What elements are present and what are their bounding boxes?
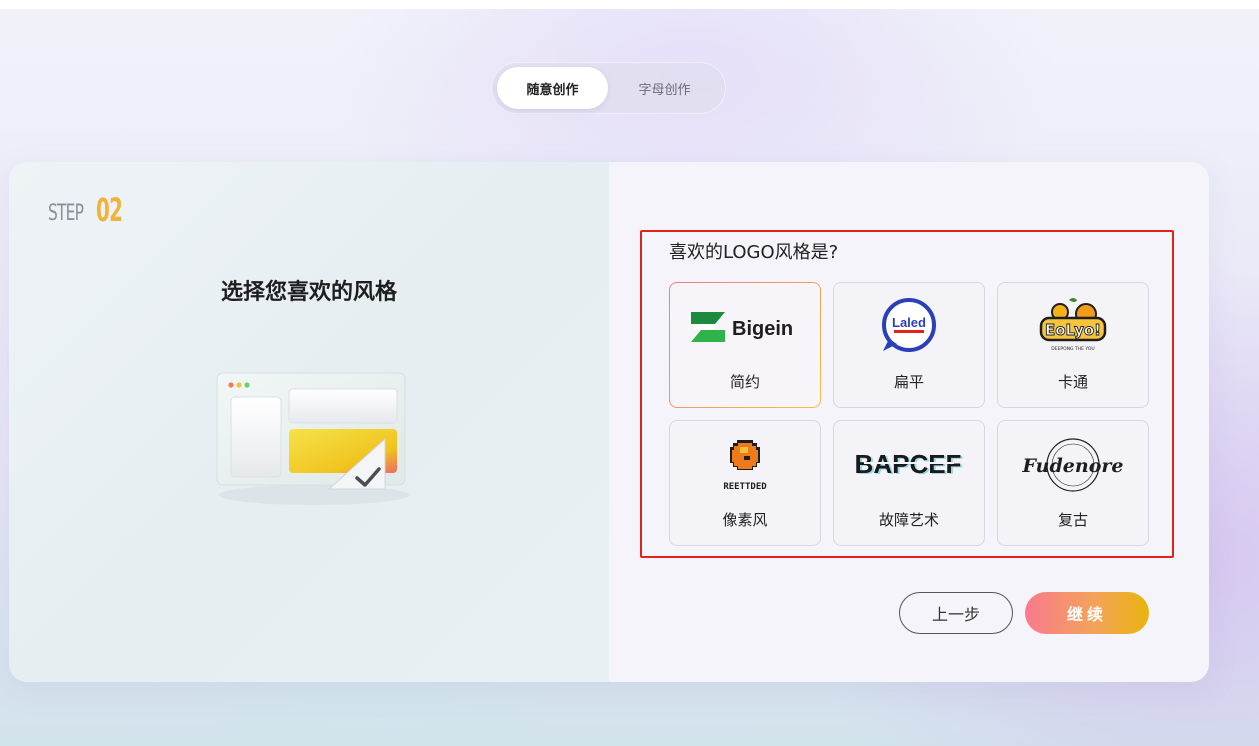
eolyo-logo-icon: EoLyo! DEEPONG THE YOU (1039, 298, 1107, 352)
mode-tabs: 随意创作 字母创作 (491, 62, 726, 114)
step-indicator: STEP 02 (48, 194, 139, 226)
logo-sample-pixel: REETTDED (670, 431, 820, 499)
style-option-flat[interactable]: Laled 扁平 (833, 282, 985, 408)
logo-sample-minimal: Bigein (670, 293, 820, 361)
laled-logo-icon: Laled (882, 298, 936, 352)
style-option-pixel[interactable]: REETTDED 像素风 (669, 420, 821, 546)
style-illustration (216, 372, 409, 505)
logo-sample-glitch: BAPCEF BAPCEF (834, 431, 984, 499)
step-word: STEP (48, 201, 84, 226)
style-option-label: 像素风 (722, 511, 768, 529)
tab-letter-create[interactable]: 字母创作 (609, 67, 720, 109)
style-option-label: 复古 (1057, 511, 1088, 529)
logo-sample-flat: Laled (834, 293, 984, 361)
svg-text:Fudenore: Fudenore (1022, 455, 1124, 477)
style-option-label: 简约 (729, 373, 760, 391)
top-bar (0, 0, 1259, 9)
style-option-glitch[interactable]: BAPCEF BAPCEF 故障艺术 (833, 420, 985, 546)
style-option-label: 扁平 (893, 373, 924, 391)
pixel-logo-icon: REETTDED (723, 440, 767, 492)
style-question: 喜欢的LOGO风格是? (669, 242, 839, 263)
svg-text:Laled: Laled (892, 315, 926, 330)
svg-text:REETTDED: REETTDED (723, 482, 767, 492)
style-option-label: 卡通 (1057, 373, 1088, 391)
style-option-retro[interactable]: Fudenore 复古 (997, 420, 1149, 546)
svg-text:Bigein: Bigein (732, 318, 793, 340)
logo-sample-retro: Fudenore (998, 431, 1148, 499)
logo-sample-cartoon: EoLyo! DEEPONG THE YOU (998, 293, 1148, 361)
glitch-logo-icon: BAPCEF BAPCEF (855, 449, 964, 480)
card-left-panel: STEP 02 选择您喜欢的风格 (9, 162, 609, 682)
svg-text:EoLyo!: EoLyo! (1045, 321, 1101, 339)
step-number: 02 (96, 191, 123, 229)
previous-step-button[interactable]: 上一步 (899, 592, 1013, 634)
page-title: 选择您喜欢的风格 (220, 280, 397, 305)
style-option-label: 故障艺术 (878, 511, 939, 529)
style-option-minimal[interactable]: Bigein 简约 (669, 282, 821, 408)
tab-free-create[interactable]: 随意创作 (497, 67, 608, 109)
style-option-cartoon[interactable]: EoLyo! DEEPONG THE YOU 卡通 (997, 282, 1149, 408)
svg-text:DEEPONG THE YOU: DEEPONG THE YOU (1051, 346, 1094, 352)
retro-logo-icon: Fudenore (1022, 438, 1124, 492)
continue-button[interactable]: 继续 (1025, 592, 1149, 634)
bigein-logo-icon: Bigein (691, 312, 793, 342)
